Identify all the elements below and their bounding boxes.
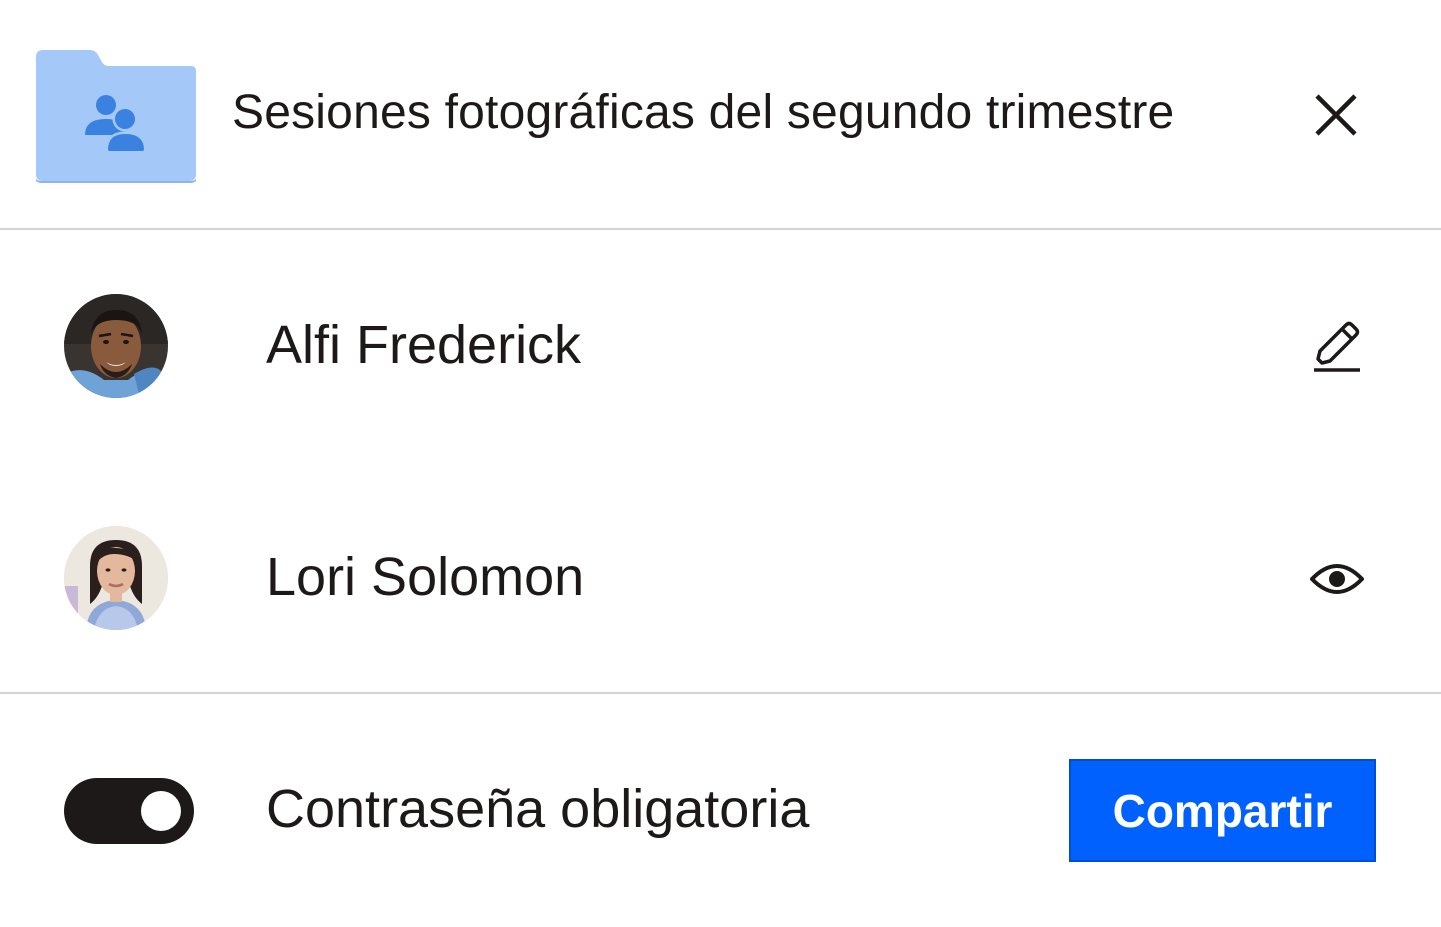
edit-permission-button[interactable] xyxy=(1300,312,1374,382)
close-icon xyxy=(1315,94,1357,136)
member-name: Alfi Frederick xyxy=(266,315,582,375)
password-required-toggle[interactable] xyxy=(64,778,194,844)
avatar xyxy=(64,526,168,630)
eye-icon xyxy=(1310,564,1364,594)
view-permission-button[interactable] xyxy=(1300,544,1374,614)
shared-folder-icon xyxy=(33,47,198,183)
avatar xyxy=(64,294,168,398)
member-row: Alfi Frederick xyxy=(0,292,1441,402)
member-name: Lori Solomon xyxy=(266,547,585,607)
share-dialog-footer: Contraseña obligatoria Compartir xyxy=(0,694,1441,927)
close-button[interactable] xyxy=(1303,82,1369,148)
toggle-knob xyxy=(141,791,181,831)
password-required-label: Contraseña obligatoria xyxy=(266,779,810,839)
share-dialog-header: Sesiones fotográficas del segundo trimes… xyxy=(0,0,1441,229)
header-divider xyxy=(0,228,1441,230)
member-row: Lori Solomon xyxy=(0,524,1441,634)
dialog-title: Sesiones fotográficas del segundo trimes… xyxy=(232,86,1175,139)
share-button[interactable]: Compartir xyxy=(1069,759,1376,862)
pencil-icon xyxy=(1314,321,1360,372)
